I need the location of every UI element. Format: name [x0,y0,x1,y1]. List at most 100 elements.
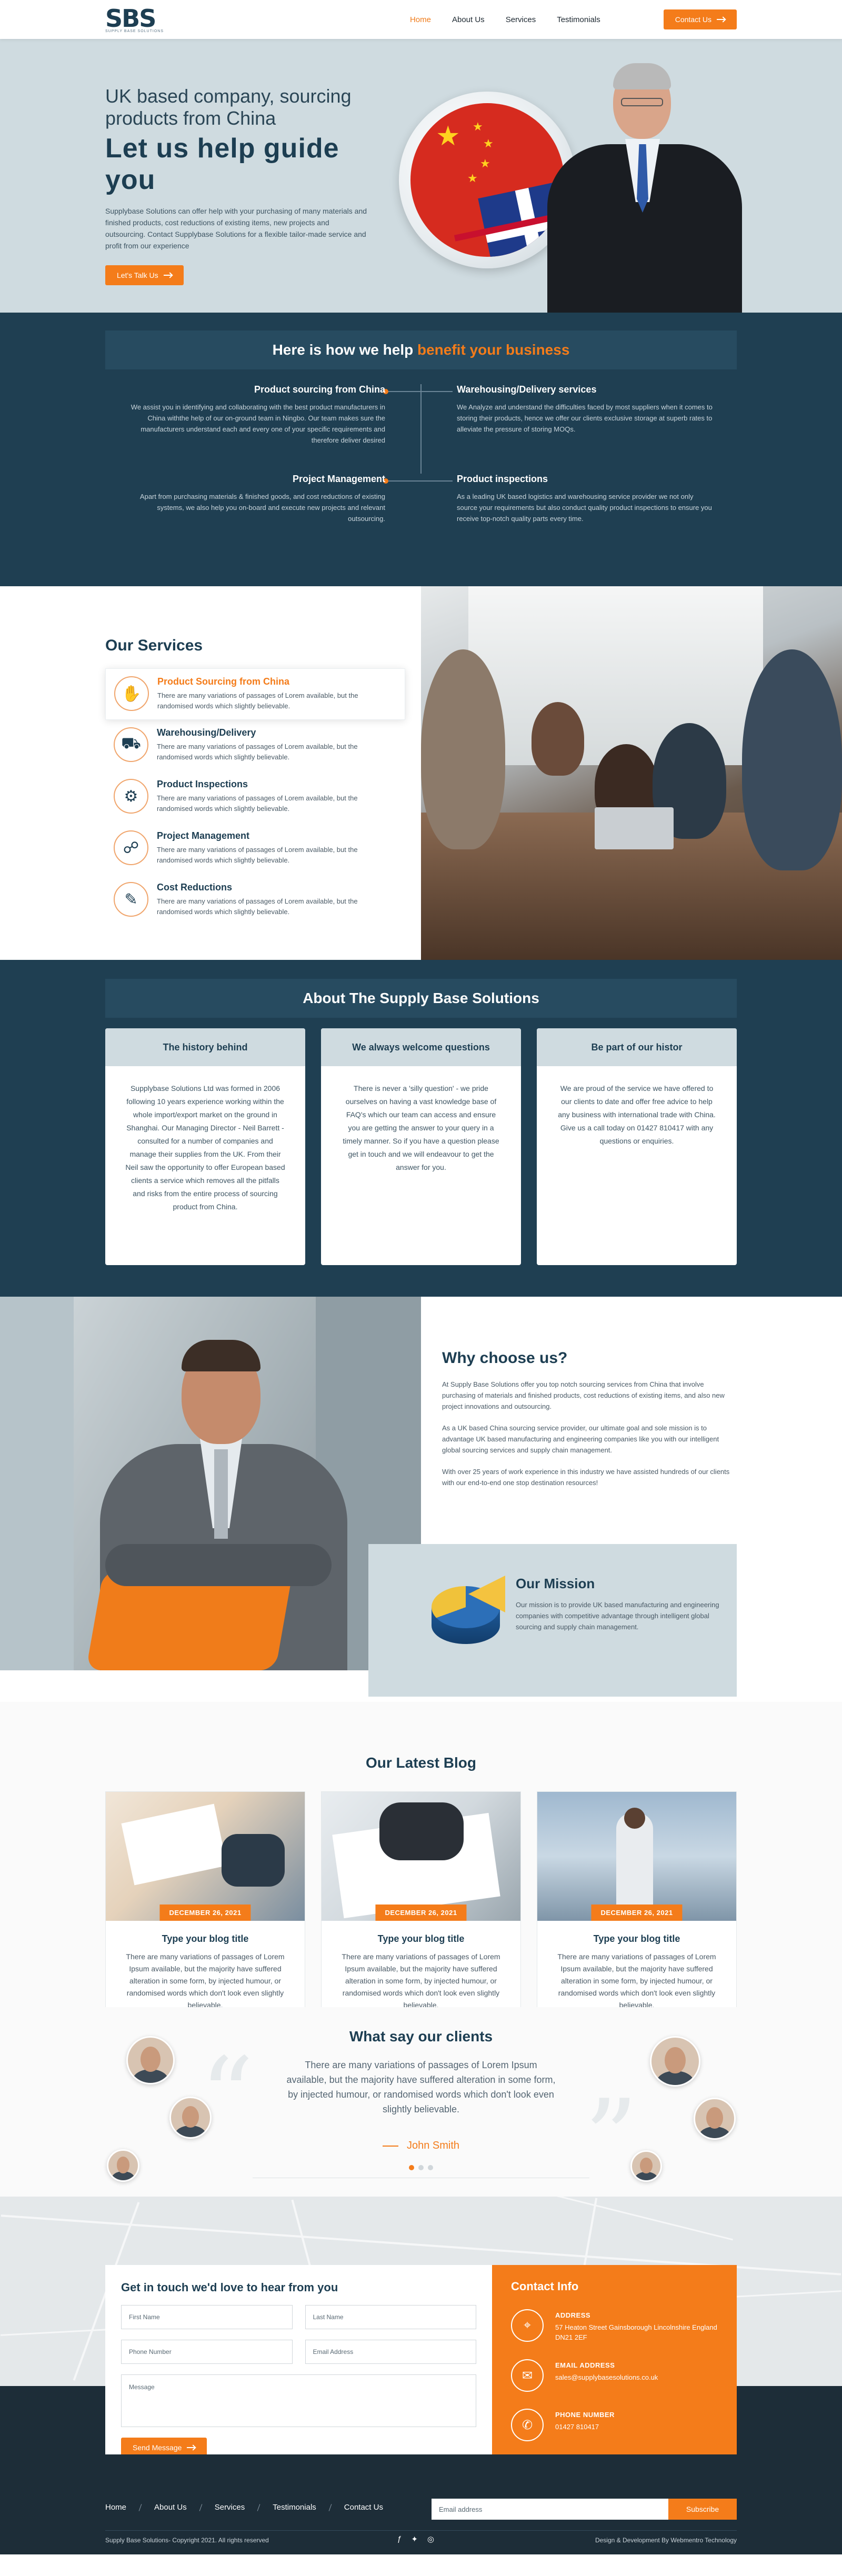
help-item-text: Apart from purchasing materials & finish… [139,493,385,523]
contact-form: Get in touch we'd love to hear from you … [105,2265,492,2483]
subscribe-button[interactable]: Subscribe [668,2499,737,2520]
mission-text: Our Mission Our mission is to provide UK… [516,1576,721,1632]
message-field[interactable]: Message [121,2374,476,2427]
first-name-field[interactable]: First Name [121,2305,293,2329]
help-title-main: Here is how we help [272,342,414,358]
footer-divider [105,2530,737,2531]
businessman-glasses [621,98,663,106]
logo-mark: SBS [105,4,156,33]
email-value[interactable]: sales@supplybasesolutions.co.uk [555,2372,658,2382]
nav-testimonials[interactable]: Testimonials [557,15,600,24]
pagination-dot[interactable] [409,2165,414,2170]
footer-link-testimonials[interactable]: Testimonials [273,2503,316,2512]
phone-field[interactable]: Phone Number [121,2340,293,2364]
contact-phone: ✆ PHONE NUMBER 01427 810417 [511,2409,718,2441]
service-title: Project Management [157,830,250,841]
quote-open-icon: “ [200,2035,254,2158]
site-header: SBS SUPPLY BASE SOLUTIONS Home About Us … [0,0,842,39]
blog-post-title[interactable]: Type your blog title [322,1933,520,1944]
site-footer: Home About Us Services Testimonials Cont… [0,2454,842,2533]
person-shape [532,702,584,776]
phone-label: PHONE NUMBER [555,2411,615,2419]
blog-image: DECEMBER 26, 2021 [106,1792,305,1921]
pagination-dot[interactable] [428,2165,433,2170]
service-item-cost-reductions[interactable]: ✎ Cost Reductions There are many variati… [105,875,405,926]
pagination-dot[interactable] [418,2165,424,2170]
building-shape [0,1297,74,1670]
why-title: Why choose us? [442,1349,568,1367]
copyright-text: Supply Base Solutions- Copyright 2021. A… [105,2537,269,2544]
service-item-inspections[interactable]: ⚙ Product Inspections There are many var… [105,771,405,823]
last-name-field[interactable]: Last Name [305,2305,476,2329]
lets-talk-label: Let's Talk Us [117,271,158,279]
service-item-warehousing[interactable]: ⛟ Warehousing/Delivery There are many va… [105,720,405,771]
client-avatar[interactable] [126,2036,175,2084]
arrow-right-icon [187,2447,196,2448]
footer-link-about-us[interactable]: About Us [154,2503,187,2512]
contact-info-panel: Contact Info ⌖ ADDRESS 57 Heaton Street … [492,2265,737,2483]
footer-link-services[interactable]: Services [215,2503,245,2512]
nav-about-us[interactable]: About Us [452,15,485,24]
contact-address: ⌖ ADDRESS 57 Heaton Street Gainsborough … [511,2309,718,2342]
newsletter-form: Email address Subscribe [432,2499,737,2520]
address-value: 57 Heaton Street Gainsborough Lincolnshi… [555,2323,717,2341]
phone-value[interactable]: 01427 810417 [555,2422,615,2432]
service-title: Cost Reductions [157,882,233,893]
form-row: Phone Number Email Address [121,2340,476,2364]
blog-cards: DECEMBER 26, 2021 Type your blog title T… [105,1791,737,2028]
footer-link-home[interactable]: Home [105,2503,126,2512]
main-nav: Home About Us Services Testimonials Cont… [410,9,737,29]
service-item-sourcing[interactable]: ✋ Product Sourcing from China There are … [105,668,405,720]
person-shape [616,1813,653,1918]
help-item-title: Project Management [292,474,385,484]
blog-post-title[interactable]: Type your blog title [106,1933,305,1944]
help-title-accent: benefit your business [417,342,570,358]
help-timeline [420,384,422,474]
contact-us-button[interactable]: Contact Us [663,9,737,29]
about-card-history: The history behind Supplybase Solutions … [105,1028,305,1265]
hero-text: UK based company, sourcing products from… [105,85,379,285]
client-avatar[interactable] [650,2036,700,2087]
logo[interactable]: SBS SUPPLY BASE SOLUTIONS [105,6,164,33]
nav-services[interactable]: Services [506,15,536,24]
footer-link-contact-us[interactable]: Contact Us [344,2503,383,2512]
about-title: About The Supply Base Solutions [303,990,539,1006]
contact-form-title: Get in touch we'd love to hear from you [121,2281,338,2294]
facebook-icon[interactable]: ƒ [397,2534,402,2544]
why-choose-section: Why choose us? At Supply Base Solutions … [0,1297,842,1702]
about-card-text: We are proud of the service we have offe… [558,1084,716,1145]
footer-bottom-bar: Supply Base Solutions- Copyright 2021. A… [0,2533,842,2554]
nav-home[interactable]: Home [410,15,431,24]
inspection-icon: ⚙ [114,779,148,814]
instagram-icon[interactable]: ◎ [427,2534,434,2544]
client-avatar[interactable] [630,2150,662,2182]
client-avatar[interactable] [169,2097,212,2139]
newsletter-email-input[interactable]: Email address [432,2499,668,2520]
hand-shape [222,1834,285,1887]
phone-icon: ✆ [511,2409,544,2441]
hero-title: Let us help guide you [105,133,339,195]
blog-post-title[interactable]: Type your blog title [537,1933,736,1944]
blog-card[interactable]: DECEMBER 26, 2021 Type your blog title T… [537,1791,737,2028]
person-shape [421,649,505,849]
client-avatar[interactable] [694,2098,736,2140]
service-text: There are many variations of passages of… [157,691,358,710]
help-title: Here is how we help benefit your busines… [273,342,570,358]
hand-shape [379,1802,464,1860]
client-avatar[interactable] [107,2149,139,2182]
help-item-warehousing: Warehousing/Delivery services We Analyze… [457,384,715,435]
lets-talk-button[interactable]: Let's Talk Us [105,265,184,285]
email-field[interactable]: Email Address [305,2340,476,2364]
about-title-bar: About The Supply Base Solutions [105,979,737,1018]
twitter-icon[interactable]: ✦ [411,2534,418,2544]
send-message-label: Send Message [133,2443,182,2452]
blog-card[interactable]: DECEMBER 26, 2021 Type your blog title T… [105,1791,305,2028]
help-item-text: As a leading UK based logistics and ware… [457,493,712,523]
blog-image: DECEMBER 26, 2021 [537,1792,736,1921]
blog-card[interactable]: DECEMBER 26, 2021 Type your blog title T… [321,1791,521,2028]
about-card-title: Be part of our histor [537,1028,737,1066]
contact-email: ✉ EMAIL ADDRESS sales@supplybasesolution… [511,2359,718,2392]
service-item-project-management[interactable]: ☍ Project Management There are many vari… [105,823,405,875]
businessman-chair-photo [0,1297,421,1670]
avatar-face [706,2107,724,2129]
